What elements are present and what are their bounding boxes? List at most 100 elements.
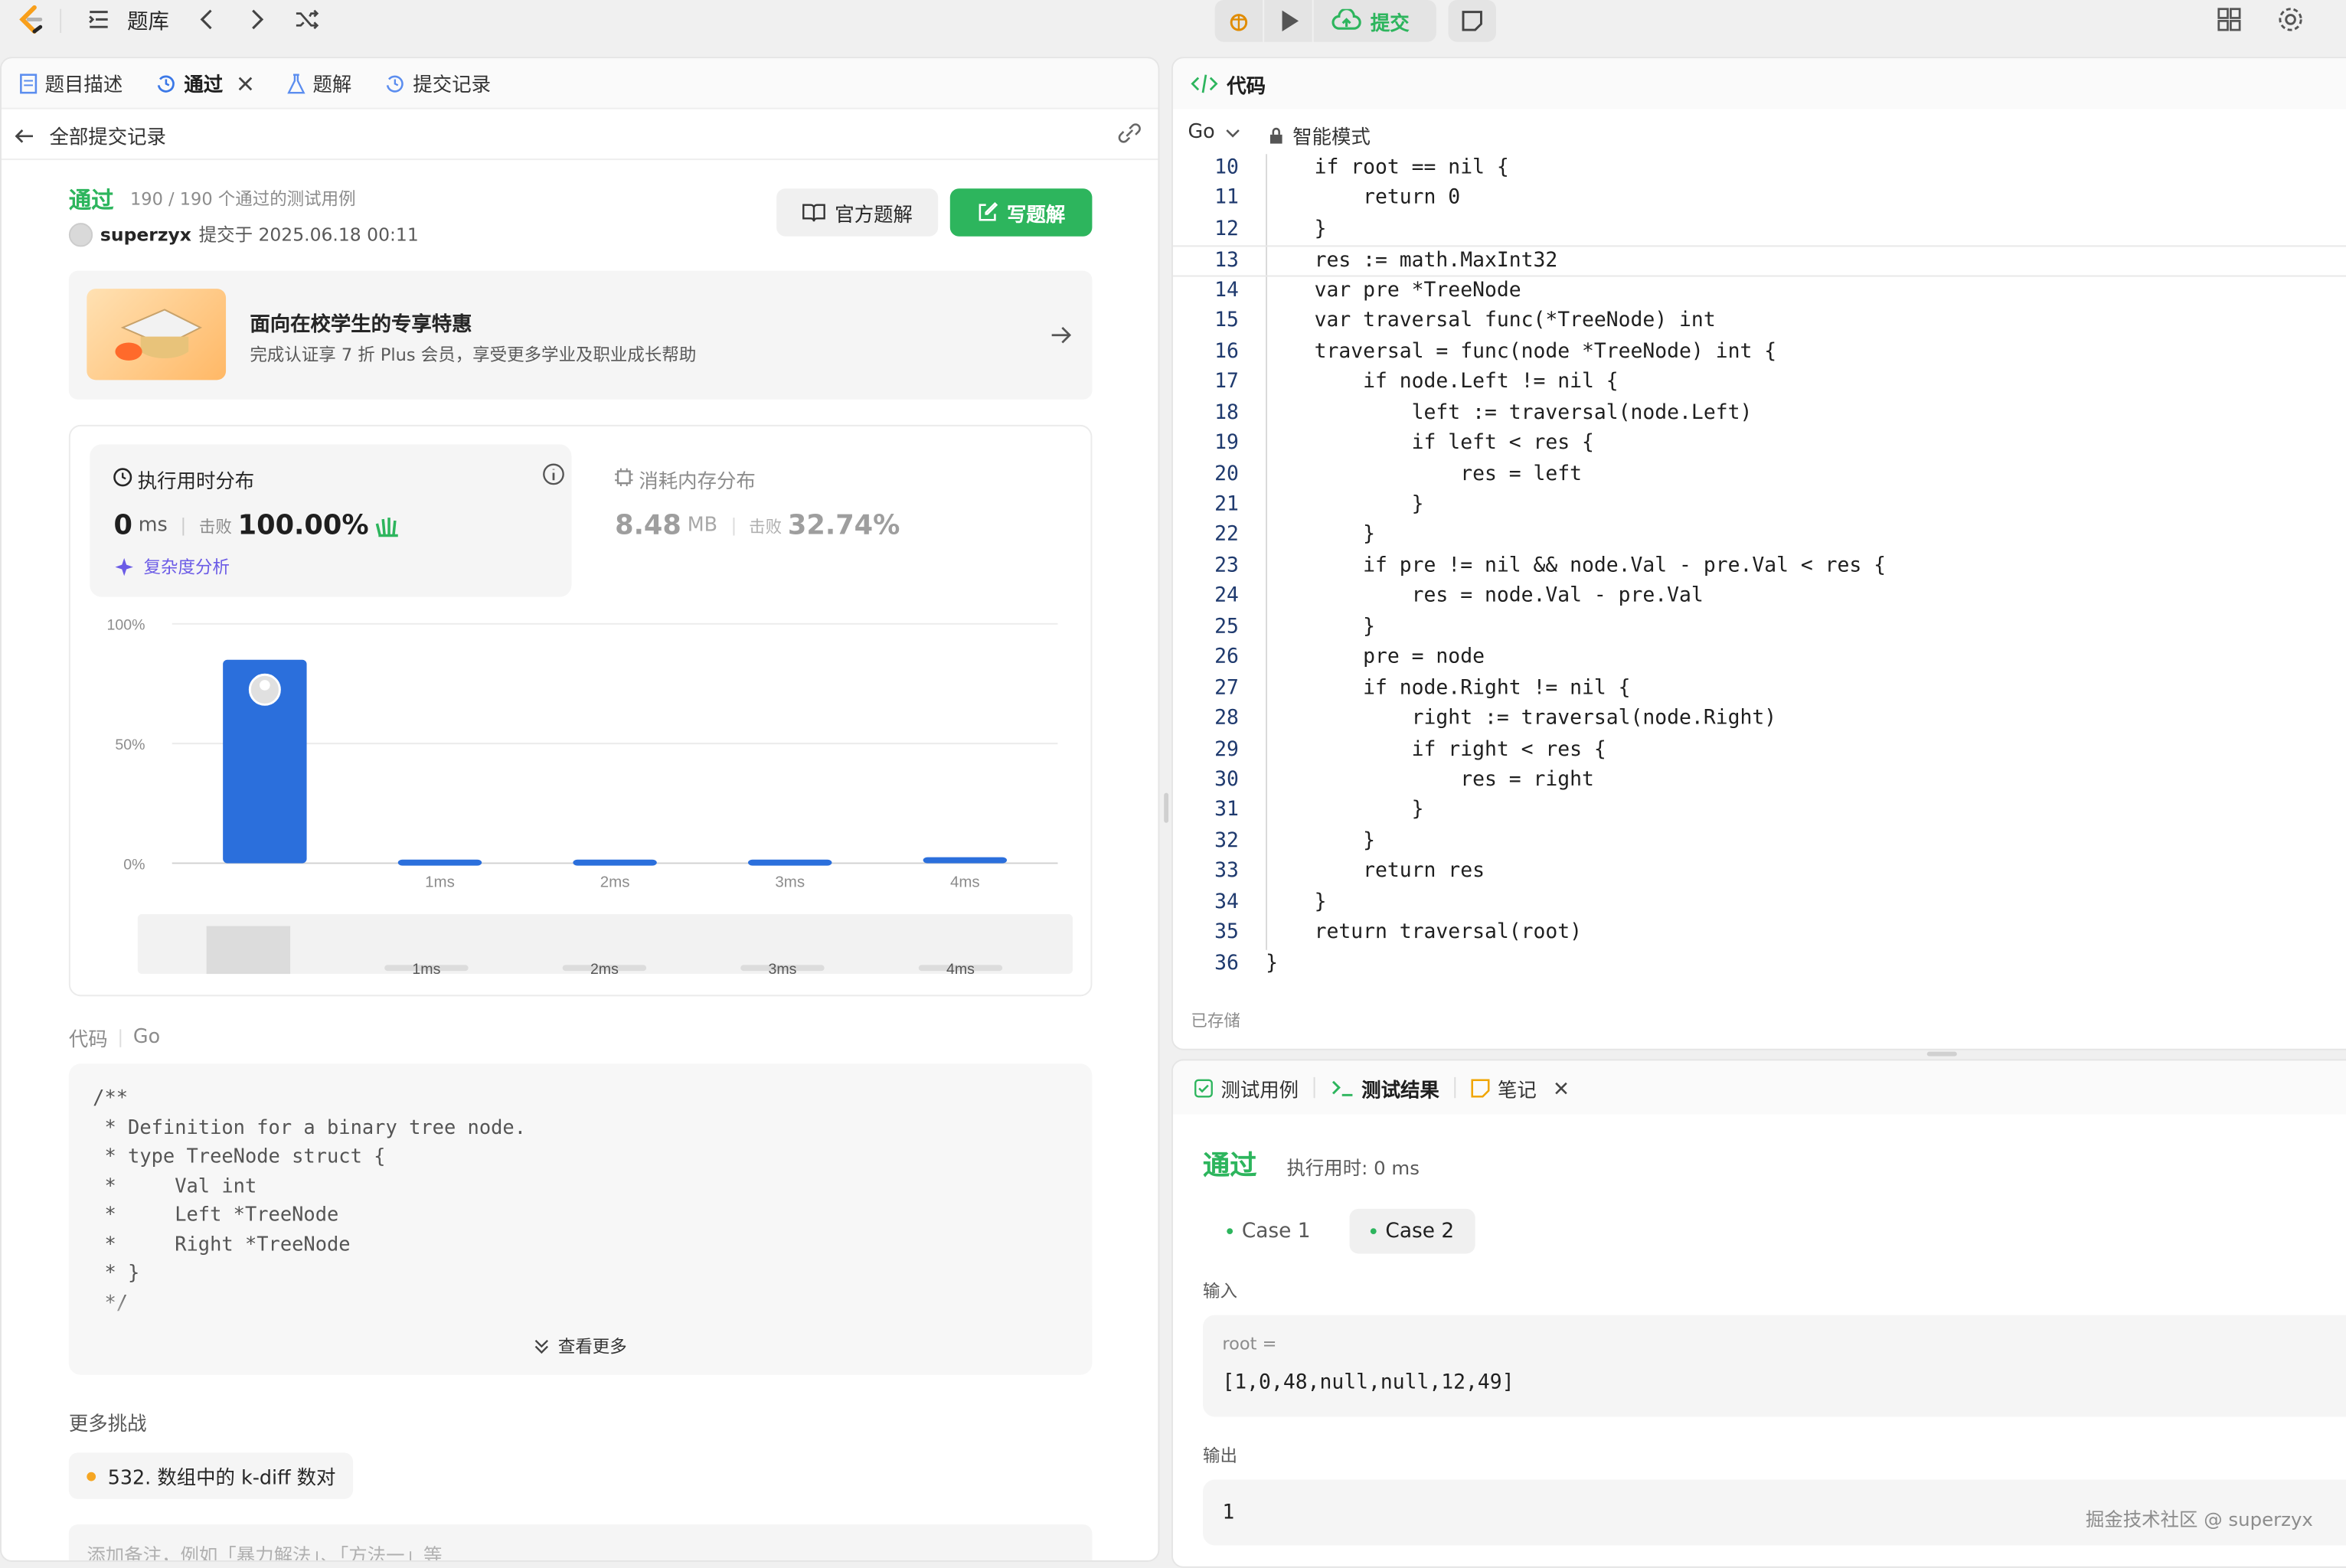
tab-testcase[interactable]: 测试用例: [1194, 1073, 1299, 1102]
memory-stats: 8.48 MB 击败 32.74%: [615, 510, 900, 541]
tab-description-label: 题目描述: [44, 74, 123, 98]
tab-test-result[interactable]: 测试结果: [1330, 1073, 1439, 1102]
run-button[interactable]: [1264, 0, 1312, 42]
language-select[interactable]: Go: [1188, 121, 1241, 144]
code-line[interactable]: 20 res = left: [1173, 460, 2346, 491]
code-line[interactable]: 29 if right < res {: [1173, 735, 2346, 766]
code-line[interactable]: 16 traversal = func(node *TreeNode) int …: [1173, 338, 2346, 368]
line-number: 20: [1214, 461, 1239, 486]
left-tabs: 题目描述 通过 题解 提交记录: [1, 58, 1158, 109]
line-number: 26: [1214, 645, 1239, 669]
list-icon[interactable]: [87, 8, 110, 31]
debug-button[interactable]: [1214, 0, 1263, 42]
code-text: pre = node: [1266, 645, 1485, 669]
code-text: }: [1266, 614, 1376, 639]
back-to-submissions[interactable]: 全部提交记录: [14, 121, 166, 149]
close-icon[interactable]: [1553, 1080, 1569, 1096]
output-value: 1: [1222, 1500, 1235, 1525]
case-2-tab[interactable]: Case 2: [1349, 1208, 1475, 1254]
line-number: 36: [1214, 951, 1239, 975]
test-status: 通过: [1203, 1150, 1257, 1182]
username[interactable]: superzyx: [100, 224, 191, 244]
code-line[interactable]: 34 }: [1173, 888, 2346, 919]
code-line[interactable]: 24 res = node.Val - pre.Val: [1173, 583, 2346, 613]
document-icon: [20, 73, 38, 93]
result-status: 通过: [68, 187, 114, 214]
code-editor-panel: 代码 Go 智能模式 10 if root == nil {11 return …: [1171, 57, 2346, 1050]
layout-icon[interactable]: [2216, 6, 2243, 33]
challenge-item[interactable]: 532. 数组中的 k-diff 数对: [68, 1452, 354, 1499]
runtime-value: 0: [113, 510, 132, 542]
submit-button[interactable]: 提交: [1313, 0, 1436, 42]
shuffle-icon[interactable]: [293, 6, 320, 33]
top-toolbar: 题库 提交: [0, 0, 2346, 48]
vertical-resize-handle[interactable]: [1164, 792, 1169, 823]
tab-description[interactable]: 题目描述: [19, 69, 123, 97]
note-button[interactable]: [1448, 0, 1496, 42]
code-line[interactable]: 31 }: [1173, 796, 2346, 827]
code-line[interactable]: 35 return traversal(root): [1173, 919, 2346, 949]
code-section-lang: Go: [132, 1026, 161, 1049]
link-icon[interactable]: [1116, 122, 1143, 143]
chevron-down-icon: [1226, 129, 1240, 137]
promo-subtitle: 完成认证享 7 折 Plus 会员，享受更多学业及职业成长帮助: [250, 344, 697, 365]
complexity-analysis-link[interactable]: 复杂度分析: [114, 555, 230, 579]
tab-submissions[interactable]: 提交记录: [384, 69, 491, 97]
tab-accepted[interactable]: 通过: [155, 69, 254, 97]
code-line[interactable]: 36}: [1173, 949, 2346, 980]
code-line[interactable]: 14 var pre *TreeNode: [1173, 276, 2346, 307]
code-line[interactable]: 28 right := traversal(node.Right): [1173, 705, 2346, 736]
code-line[interactable]: 22 }: [1173, 521, 2346, 552]
note-input[interactable]: 添加备注，例如「暴力解法」、「方法一」等: [68, 1524, 1093, 1562]
code-line[interactable]: 33 return res: [1173, 858, 2346, 888]
language-value: Go: [1188, 121, 1215, 144]
official-solution-label: 官方题解: [835, 204, 913, 227]
tab-solutions[interactable]: 题解: [287, 69, 351, 97]
smart-mode[interactable]: 智能模式: [1269, 121, 1371, 149]
tab-notes[interactable]: 笔记: [1471, 1073, 1570, 1102]
close-icon[interactable]: [237, 74, 254, 92]
graduation-cap-image: [87, 289, 227, 381]
chevron-left-icon[interactable]: [194, 6, 218, 33]
clock-history-icon: [386, 74, 404, 92]
code-line[interactable]: 13 res := math.MaxInt32: [1172, 246, 2346, 277]
case-1-tab[interactable]: Case 1: [1206, 1210, 1331, 1253]
code-line[interactable]: 11 return 0: [1173, 185, 2346, 215]
submitted-code: /** * Definition for a binary tree node.…: [93, 1085, 526, 1318]
code-line[interactable]: 21 }: [1173, 491, 2346, 521]
avatar[interactable]: [68, 222, 93, 247]
code-line[interactable]: 17 if node.Left != nil {: [1173, 368, 2346, 399]
code-line[interactable]: 32 }: [1173, 827, 2346, 858]
info-icon[interactable]: [541, 462, 565, 486]
show-more-button[interactable]: 查看更多: [533, 1334, 627, 1358]
code-text: return 0: [1266, 186, 1461, 211]
code-line[interactable]: 23 if pre != nil && node.Val - pre.Val <…: [1173, 552, 2346, 583]
student-promo-banner[interactable]: 面向在校学生的专享特惠 完成认证享 7 折 Plus 会员，享受更多学业及职业成…: [68, 270, 1093, 400]
settings-gear-icon[interactable]: [2276, 5, 2305, 34]
code-line[interactable]: 12 }: [1173, 215, 2346, 246]
code-line[interactable]: 10 if root == nil {: [1173, 154, 2346, 185]
book-icon: [802, 204, 825, 222]
horizontal-resize-handle[interactable]: [1926, 1051, 1957, 1057]
code-area[interactable]: 10 if root == nil {11 return 0 12 } 13 res…: [1172, 154, 2346, 991]
note-icon: [1471, 1078, 1490, 1097]
code-line[interactable]: 25 }: [1173, 613, 2346, 644]
leetcode-logo[interactable]: [16, 5, 46, 38]
code-text: if left < res {: [1266, 430, 1594, 456]
official-solution-button[interactable]: 官方题解: [776, 188, 939, 237]
code-line[interactable]: 27 if node.Right != nil {: [1173, 675, 2346, 705]
code-line[interactable]: 15 var traversal func(*TreeNode) int: [1173, 307, 2346, 338]
runtime-card[interactable]: 执行用时分布 0 ms 击败 100.00% 复杂度分析: [90, 444, 572, 597]
runtime-title: 执行用时分布: [137, 471, 255, 494]
write-solution-button[interactable]: 写题解: [949, 188, 1093, 237]
memory-title: 消耗内存分布: [639, 471, 756, 494]
problem-bank-link[interactable]: 题库: [127, 6, 169, 36]
code-line[interactable]: 30 res = right: [1173, 766, 2346, 796]
editor-header: 代码: [1172, 58, 2346, 109]
note-placeholder: 添加备注，例如「暴力解法」、「方法一」等: [87, 1544, 443, 1562]
code-line[interactable]: 26 pre = node: [1173, 644, 2346, 675]
chevron-right-icon[interactable]: [245, 6, 269, 33]
memory-card[interactable]: 消耗内存分布 8.48 MB 击败 32.74%: [594, 444, 1076, 596]
code-line[interactable]: 19 if left < res {: [1173, 430, 2346, 460]
code-line[interactable]: 18 left := traversal(node.Left): [1173, 399, 2346, 430]
